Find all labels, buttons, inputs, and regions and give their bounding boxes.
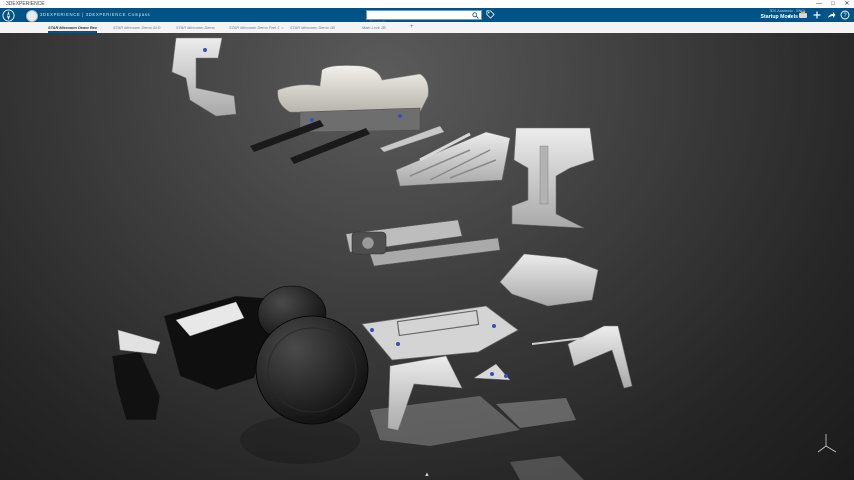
platform-badge-icon[interactable] [26,10,38,22]
linear-actuator-part[interactable] [345,219,501,267]
exploded-assembly-render[interactable] [0,33,854,480]
tab-document[interactable]: STAR Microarm Demo Part 1 × [229,22,284,33]
maximize-button[interactable]: □ [826,0,840,8]
help-icon[interactable]: ? [840,10,850,20]
arm-bracket-part[interactable] [171,37,237,117]
window-title: 3DEXPERIENCE [6,1,45,7]
tab-document[interactable]: Main Lock 1B [362,22,386,33]
seat-part[interactable] [277,65,429,133]
expand-panel-icon[interactable]: ▲ [422,472,432,478]
add-icon[interactable] [812,10,822,20]
tag-icon[interactable] [486,10,495,19]
tab-label: Main Lock 1B [362,25,386,30]
brand-title: 3DEXPERIENCE | 3DEXPERIENCE Compass [40,12,151,17]
tab-label: STAR Microarm Demo Rev [48,25,98,30]
minimize-button[interactable]: — [812,0,826,8]
tab-label: STAR Microarm Demo.SLD [113,25,161,30]
add-tab-button[interactable]: + [410,22,414,33]
tab-label: STAR Microarm Demo 1B [290,25,335,30]
close-tab-icon[interactable]: × [281,25,283,30]
tab-active-document[interactable]: STAR Microarm Demo Rev [48,22,98,33]
base-platform-part[interactable] [361,305,519,361]
tab-label: STAR Microarm Demo [176,25,215,30]
axis-triad-icon [817,434,837,453]
3d-viewport[interactable] [0,33,854,480]
rear-leg-part[interactable] [531,325,633,389]
share-icon[interactable] [826,10,836,20]
chevron-down-icon[interactable]: ▾ [788,14,796,21]
broadcast-icon[interactable] [798,10,808,20]
drive-wheel-part[interactable] [255,315,369,425]
close-window-button[interactable]: ✕ [840,0,854,8]
tab-label: STAR Microarm Demo Part 1 [229,25,280,30]
tab-document[interactable]: STAR Microarm Demo [176,22,215,33]
tab-document[interactable]: STAR Microarm Demo 1B [290,22,335,33]
tab-document[interactable]: STAR Microarm Demo.SLD [113,22,161,33]
motor-mount-part[interactable] [511,127,595,229]
search-field[interactable] [366,10,482,27]
side-bracket-part[interactable] [499,253,599,307]
search-icon[interactable] [472,12,479,19]
compass-icon[interactable] [2,9,15,22]
